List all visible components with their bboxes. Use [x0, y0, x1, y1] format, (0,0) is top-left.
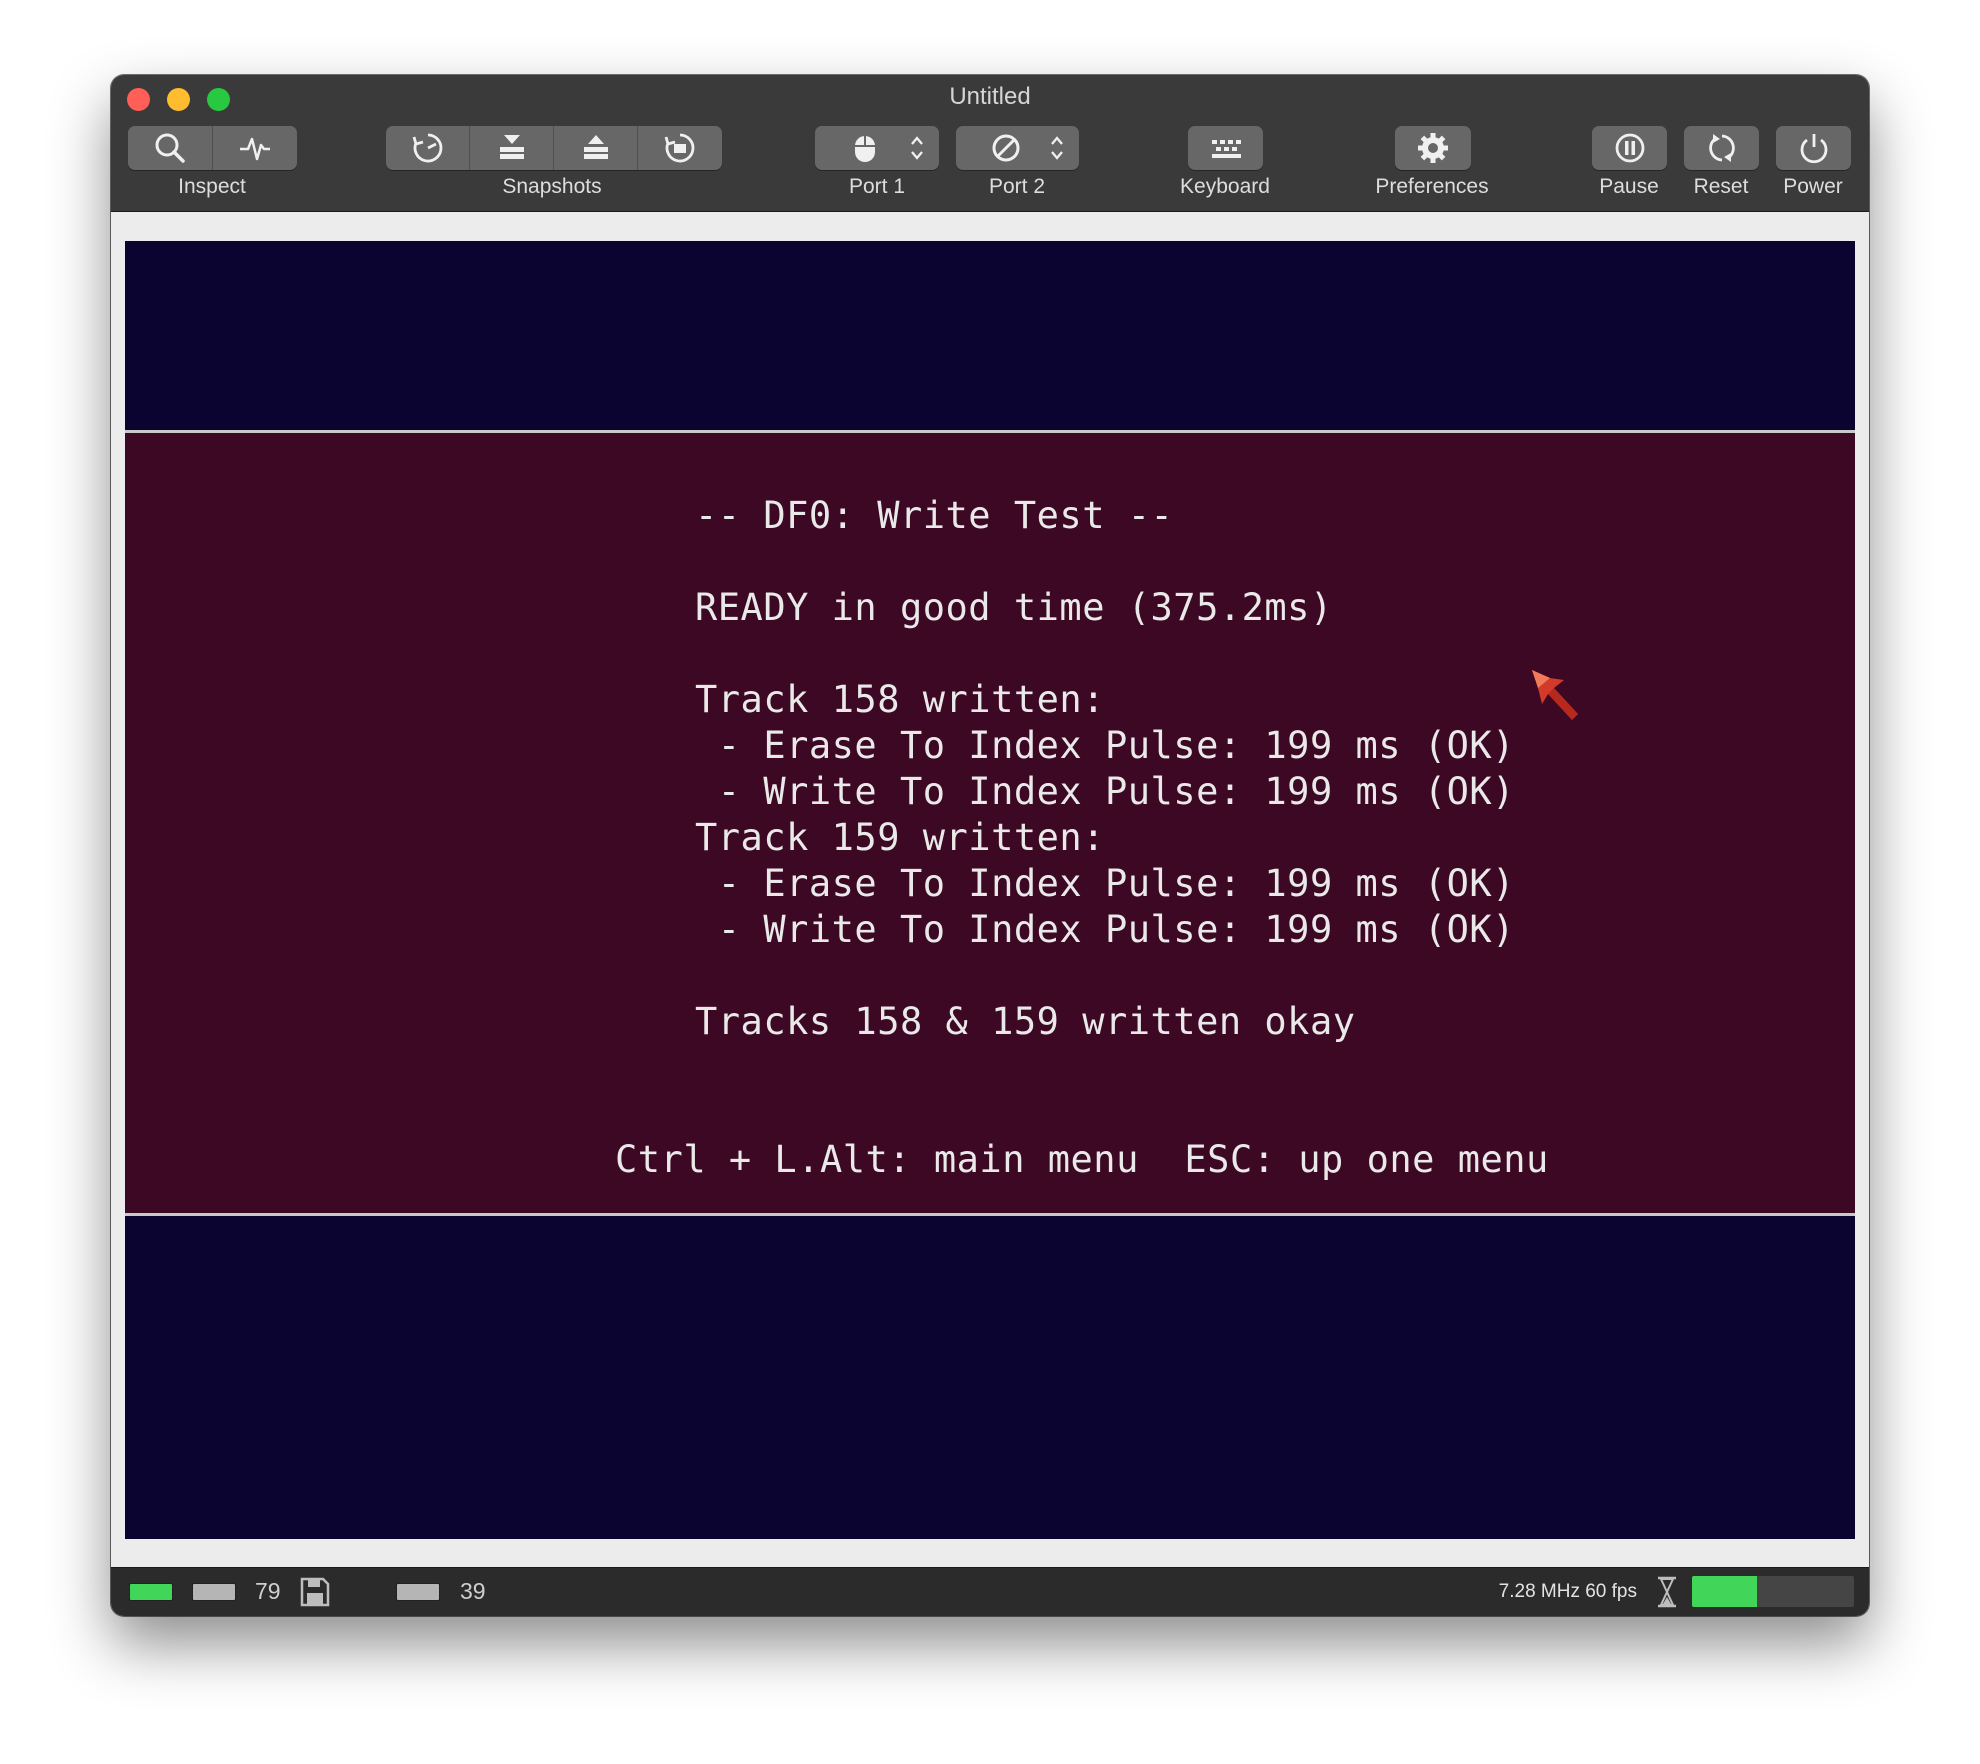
- port2-label: Port 2: [988, 175, 1046, 198]
- pause-label: Pause: [1599, 175, 1659, 198]
- mouse-pointer-icon: [1532, 670, 1578, 720]
- power-led: [129, 1583, 173, 1601]
- monitor-button[interactable]: [213, 126, 297, 170]
- track-159-erase-line: - Erase To Index Pulse: 199 ms (OK): [695, 862, 1515, 905]
- power-label: Power: [1783, 175, 1843, 198]
- restore-snapshot-icon: [583, 135, 608, 159]
- magnifier-icon: [155, 133, 185, 163]
- pulse-icon: [240, 137, 270, 161]
- hourglass-icon[interactable]: [1655, 1575, 1679, 1609]
- snapshot-timer-icon: [412, 133, 442, 163]
- summary-line: Tracks 158 & 159 written okay: [695, 1000, 1356, 1043]
- inspect-group: [128, 126, 297, 170]
- status-bar: 79 39 7.28 MHz 60 fps: [111, 1567, 1869, 1616]
- inspector-button[interactable]: [128, 126, 213, 170]
- keyboard-button[interactable]: [1188, 126, 1263, 170]
- keyboard-icon: [1211, 140, 1241, 158]
- df0-cylinder: 79: [255, 1578, 281, 1604]
- chevron-updown-icon: [1051, 136, 1063, 160]
- chevron-updown-icon: [911, 136, 923, 160]
- restore-snapshot-button[interactable]: [554, 126, 638, 170]
- track-158-write-line: - Write To Index Pulse: 199 ms (OK): [695, 770, 1515, 813]
- port1-label: Port 1: [848, 175, 906, 198]
- title-bar: Untitled Inspect Snapshots Port 1 Port 2…: [111, 75, 1869, 212]
- none-icon: [992, 134, 1020, 162]
- track-159-write-line: - Write To Index Pulse: 199 ms (OK): [695, 908, 1515, 951]
- reset-button[interactable]: [1684, 126, 1759, 170]
- track-158-erase-line: - Erase To Index Pulse: 199 ms (OK): [695, 724, 1515, 767]
- preferences-button[interactable]: [1395, 126, 1471, 170]
- take-snapshot-icon: [499, 135, 524, 159]
- emulator-screen[interactable]: -- DF0: Write Test -- READY in good time…: [125, 241, 1855, 1539]
- df0-drive-led: [192, 1583, 236, 1601]
- snapshot-timer-button[interactable]: [386, 126, 470, 170]
- emulator-window: Untitled Inspect Snapshots Port 1 Port 2…: [111, 75, 1869, 1616]
- inspect-label: Inspect: [178, 175, 246, 198]
- df1-drive-led: [396, 1583, 440, 1601]
- keyboard-label: Keyboard: [1180, 175, 1270, 198]
- port1-popup[interactable]: [815, 126, 939, 170]
- speed-meter-fill: [1692, 1576, 1757, 1607]
- df1-cylinder: 39: [460, 1578, 486, 1604]
- port1-selector[interactable]: [815, 126, 939, 170]
- keyboard-group: [1188, 126, 1263, 170]
- reset-label: Reset: [1693, 175, 1749, 198]
- take-snapshot-button[interactable]: [470, 126, 554, 170]
- snapshots-label: Snapshots: [502, 175, 602, 198]
- reset-icon: [1708, 134, 1735, 162]
- preferences-group: [1395, 126, 1471, 170]
- pause-group: [1592, 126, 1667, 170]
- port2-popup[interactable]: [956, 126, 1079, 170]
- mouse-icon: [855, 136, 875, 162]
- ready-line: READY in good time (375.2ms): [695, 586, 1333, 629]
- track-159-header: Track 159 written:: [695, 816, 1105, 859]
- snapshot-browser-icon: [664, 133, 695, 163]
- track-158-header: Track 158 written:: [695, 678, 1105, 721]
- pause-button[interactable]: [1592, 126, 1667, 170]
- snapshots-group: [386, 126, 722, 170]
- floppy-disk-icon[interactable]: [299, 1576, 331, 1608]
- screen-content-area: -- DF0: Write Test -- READY in good time…: [125, 430, 1855, 1216]
- pause-icon: [1615, 133, 1644, 163]
- power-icon: [1800, 134, 1827, 164]
- speed-meter: [1692, 1576, 1854, 1607]
- footer-help-line: Ctrl + L.Alt: main menu ESC: up one menu: [615, 1138, 1549, 1181]
- snapshot-browser-button[interactable]: [638, 126, 722, 170]
- reset-group: [1684, 126, 1759, 170]
- port2-selector[interactable]: [956, 126, 1079, 170]
- power-group: [1776, 126, 1851, 170]
- window-title: Untitled: [949, 83, 1031, 110]
- gear-icon: [1418, 133, 1448, 163]
- power-button[interactable]: [1776, 126, 1851, 170]
- screen-heading: -- DF0: Write Test --: [695, 494, 1174, 537]
- preferences-label: Preferences: [1375, 175, 1489, 198]
- speed-readout: 7.28 MHz 60 fps: [1498, 1581, 1637, 1602]
